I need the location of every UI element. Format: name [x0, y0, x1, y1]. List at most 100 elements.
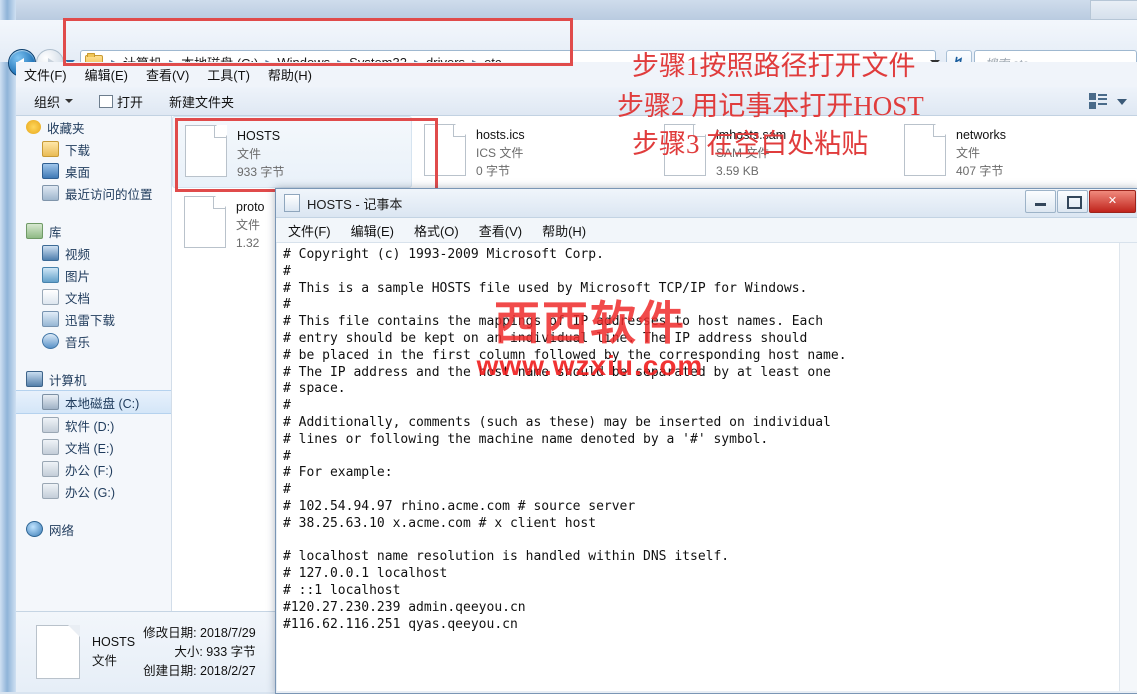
desktop-window-fragment	[1090, 0, 1137, 20]
sidebar-item-drive-f[interactable]: 办公 (F:)	[16, 458, 171, 480]
sidebar-item-drive-d[interactable]: 软件 (D:)	[16, 414, 171, 436]
explorer-toolbar: 组织 打开 新建文件夹	[16, 87, 1137, 116]
sidebar-item-recent-places[interactable]: 最近访问的位置	[16, 182, 171, 204]
open-button[interactable]: 打开	[99, 92, 143, 111]
address-bar-row: ▸ 计算机 ▸ 本地磁盘 (C:) ▸ Windows ▸ System32 ▸…	[0, 20, 1137, 77]
sidebar-item-drive-g[interactable]: 办公 (G:)	[16, 480, 171, 502]
close-button[interactable]: ✕	[1089, 190, 1136, 213]
sidebar-item-label: 文档	[65, 291, 91, 306]
sidebar-item-label: 网络	[49, 523, 75, 538]
file-size: 3.59 KB	[716, 164, 759, 178]
file-size: 0 字节	[476, 164, 511, 178]
notepad-text-area[interactable]: # Copyright (c) 1993-2009 Microsoft Corp…	[277, 243, 1120, 691]
video-icon	[42, 245, 59, 261]
file-item-hosts-ics[interactable]: hosts.ics ICS 文件 0 字节	[412, 116, 652, 188]
sidebar-item-label: 库	[49, 225, 62, 240]
file-icon	[424, 124, 466, 176]
sidebar-item-label: 迅雷下载	[65, 313, 116, 328]
file-icon	[185, 125, 227, 177]
file-size: 407 字节	[956, 164, 1004, 178]
organize-button[interactable]: 组织	[34, 92, 74, 111]
file-name: networks	[956, 128, 1007, 142]
details-modified-value: 2018/7/29	[200, 625, 256, 640]
sidebar-item-downloads[interactable]: 下载	[16, 138, 171, 160]
sidebar-item-desktop[interactable]: 桌面	[16, 160, 171, 182]
menu-view[interactable]: 查看(V)	[146, 65, 189, 84]
menu-tools[interactable]: 工具(T)	[207, 65, 250, 84]
organize-label: 组织	[34, 94, 61, 110]
sidebar-item-label: 本地磁盘 (C:)	[65, 396, 140, 411]
computer-icon	[26, 371, 43, 387]
drive-icon	[42, 439, 59, 455]
music-note-icon	[42, 333, 59, 349]
details-created-label: 创建日期:	[143, 663, 197, 678]
sidebar-item-label: 计算机	[49, 373, 87, 388]
sidebar-item-label: 下载	[65, 143, 91, 158]
maximize-button[interactable]	[1057, 190, 1088, 213]
notepad-menu-format[interactable]: 格式(O)	[414, 221, 459, 240]
notepad-window: HOSTS - 记事本 ✕ 文件(F) 编辑(E) 格式(O) 查看(V) 帮助…	[275, 188, 1137, 694]
sidebar-item-pictures[interactable]: 图片	[16, 264, 171, 286]
sidebar-item-label: 办公 (F:)	[65, 463, 113, 478]
minimize-button[interactable]	[1025, 190, 1056, 213]
annotation-step1: 步骤1按照路径打开文件	[632, 51, 916, 81]
sidebar-item-favorites[interactable]: 收藏夹	[16, 116, 171, 138]
menu-help[interactable]: 帮助(H)	[268, 65, 312, 84]
sidebar-item-label: 图片	[65, 269, 91, 284]
sidebar-item-label: 办公 (G:)	[65, 485, 115, 500]
file-type: 文件	[236, 218, 261, 232]
details-modified-label: 修改日期:	[143, 625, 197, 640]
file-type: 文件	[237, 147, 262, 161]
sidebar-item-documents[interactable]: 文档	[16, 286, 171, 308]
notepad-menubar: 文件(F) 编辑(E) 格式(O) 查看(V) 帮助(H)	[276, 218, 1137, 243]
file-item-hosts[interactable]: HOSTS 文件 933 字节	[172, 116, 412, 188]
drive-icon	[42, 483, 59, 499]
sidebar-item-music[interactable]: 音乐	[16, 330, 171, 352]
hard-disk-icon	[42, 394, 59, 410]
file-type: 文件	[956, 146, 981, 160]
sidebar-item-libraries[interactable]: 库	[16, 220, 171, 242]
chevron-down-icon	[65, 99, 74, 103]
open-icon	[99, 94, 114, 108]
notepad-menu-help[interactable]: 帮助(H)	[542, 221, 586, 240]
notepad-menu-edit[interactable]: 编辑(E)	[351, 221, 394, 240]
annotation-step2: 步骤2 用记事本打开HOST	[617, 91, 924, 121]
menu-edit[interactable]: 编辑(E)	[85, 65, 128, 84]
open-label: 打开	[117, 94, 144, 110]
notepad-menu-view[interactable]: 查看(V)	[479, 221, 522, 240]
vertical-scrollbar[interactable]	[1119, 243, 1137, 691]
file-item-networks[interactable]: networks 文件 407 字节	[892, 116, 1132, 188]
sidebar-item-local-disk-c[interactable]: 本地磁盘 (C:)	[16, 390, 171, 414]
details-created-value: 2018/2/27	[200, 663, 256, 678]
drive-icon	[42, 417, 59, 433]
explorer-left-chrome	[0, 0, 16, 692]
star-icon	[26, 120, 41, 134]
annotation-step3: 步骤3 在空白处粘贴	[632, 129, 869, 159]
details-file-name: HOSTS	[92, 635, 136, 649]
sidebar-item-drive-e[interactable]: 文档 (E:)	[16, 436, 171, 458]
sidebar-item-label: 最近访问的位置	[65, 187, 153, 202]
sidebar-item-label: 收藏夹	[47, 121, 85, 136]
sidebar-item-network[interactable]: 网络	[16, 518, 171, 540]
view-mode-icon[interactable]	[1089, 93, 1107, 109]
view-mode-chevron-icon[interactable]	[1117, 99, 1127, 105]
sidebar-item-videos[interactable]: 视频	[16, 242, 171, 264]
notepad-menu-file[interactable]: 文件(F)	[288, 221, 331, 240]
notepad-titlebar[interactable]: HOSTS - 记事本 ✕	[276, 189, 1137, 218]
explorer-titlebar	[0, 0, 1137, 21]
sidebar-item-thunder-downloads[interactable]: 迅雷下载	[16, 308, 171, 330]
sidebar-item-computer[interactable]: 计算机	[16, 368, 171, 390]
menu-file[interactable]: 文件(F)	[24, 65, 67, 84]
file-name: HOSTS	[237, 129, 281, 143]
network-icon	[26, 521, 43, 537]
document-icon	[42, 289, 59, 305]
close-icon: ✕	[1107, 195, 1118, 207]
file-icon	[184, 196, 226, 248]
library-icon	[26, 223, 43, 239]
file-type: ICS 文件	[476, 146, 524, 160]
sidebar-item-label: 软件 (D:)	[65, 419, 115, 434]
new-folder-button[interactable]: 新建文件夹	[169, 92, 234, 111]
